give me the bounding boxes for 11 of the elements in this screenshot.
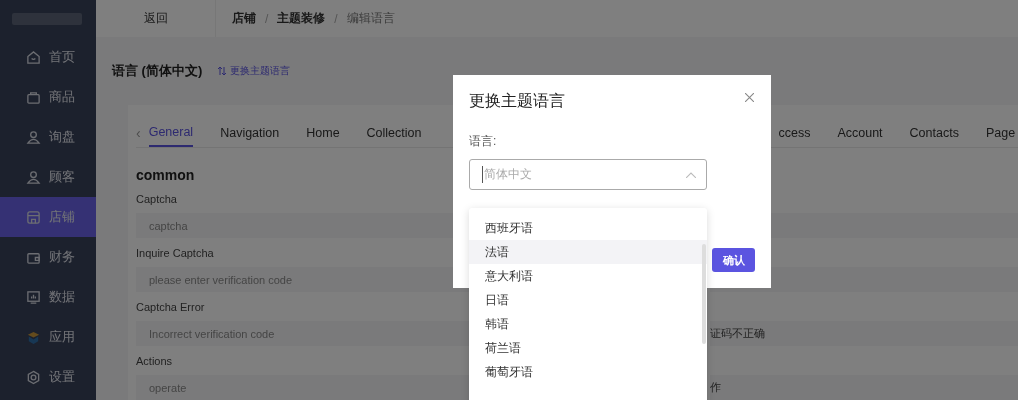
dialog-title: 更换主题语言	[469, 91, 565, 111]
field-label: 语言:	[469, 133, 498, 150]
field-label: Captcha Error	[136, 300, 205, 315]
breadcrumb-separator: /	[334, 11, 338, 26]
page-title: 语言 (简体中文)	[112, 62, 203, 80]
breadcrumb-item: 编辑语言	[346, 10, 395, 27]
field-label: Actions	[136, 354, 173, 369]
field-label: Inquire Captcha	[136, 246, 214, 261]
section-title: common	[136, 167, 195, 185]
field-label: Captcha	[136, 192, 177, 207]
breadcrumb-separator: /	[265, 11, 269, 26]
